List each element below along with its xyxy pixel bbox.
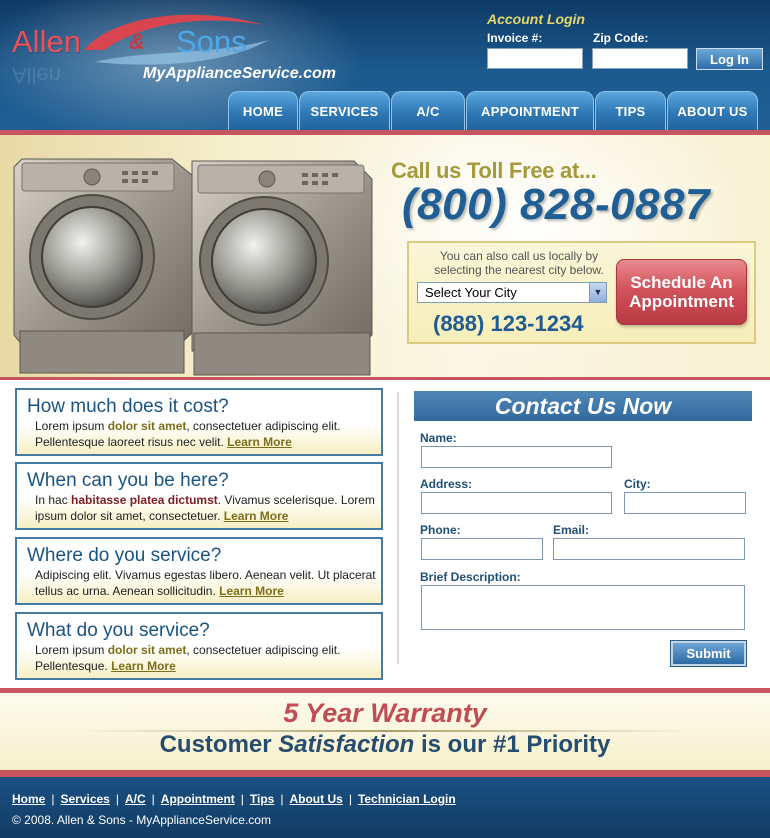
faq-card-what: What do you service? Lorem ipsum dolor s…	[15, 612, 383, 680]
local-phone-number[interactable]: (888) 123-1234	[433, 311, 583, 337]
logo-word-sons: Sons	[176, 24, 247, 59]
local-call-text: You can also call us locally by selectin…	[434, 249, 604, 277]
column-divider	[397, 392, 399, 664]
chevron-down-icon[interactable]: ▼	[589, 283, 606, 302]
faq-question: How much does it cost?	[27, 396, 229, 417]
city-select[interactable]: Select Your City ▼	[417, 282, 607, 303]
nav-tips[interactable]: TIPS	[595, 91, 666, 130]
faq-question: When can you be here?	[27, 470, 229, 491]
nav-home[interactable]: HOME	[228, 91, 298, 130]
footer-top-divider	[0, 770, 770, 777]
faq-question: What do you service?	[27, 620, 210, 641]
city-field[interactable]	[624, 492, 746, 514]
warranty-tagline: Customer Satisfaction is our #1 Priority	[159, 731, 611, 758]
phone-label: Phone:	[420, 523, 461, 537]
submit-button[interactable]: Submit	[670, 640, 747, 667]
faq-answer: Adipiscing elit. Vivamus egestas libero.…	[35, 568, 376, 598]
faq-card-cost: How much does it cost? Lorem ipsum dolor…	[15, 388, 383, 456]
contact-us-title: Contact Us Now	[414, 391, 752, 421]
footer-link-home[interactable]: Home	[12, 792, 45, 806]
logo-ampersand: &	[129, 29, 145, 54]
phone-field[interactable]	[421, 538, 543, 560]
footer-link-ac[interactable]: A/C	[125, 792, 146, 806]
logo-word-allen: Allen	[12, 24, 81, 59]
name-label: Name:	[420, 431, 457, 445]
learn-more-link[interactable]: Learn More	[227, 435, 292, 449]
footer-link-technician-login[interactable]: Technician Login	[358, 792, 456, 806]
nav-ac[interactable]: A/C	[391, 91, 465, 130]
washer-dryer-image	[13, 158, 373, 376]
faq-answer: Lorem ipsum dolor sit amet, consectetuer…	[35, 419, 341, 449]
account-login-title: Account Login	[487, 11, 585, 27]
faq-answer: Lorem ipsum dolor sit amet, consectetuer…	[35, 643, 341, 673]
warranty-title: 5 Year Warranty	[283, 698, 487, 728]
local-call-box: You can also call us locally by selectin…	[407, 241, 756, 344]
logo[interactable]: Allen & Sons Allen MyApplianceService.co…	[12, 10, 352, 90]
learn-more-link[interactable]: Learn More	[111, 659, 176, 673]
site-footer: Home | Services | A/C | Appointment | Tips | About…	[0, 777, 770, 838]
footer-nav: Home | Services | A/C | Appointment | Tips | About…	[12, 792, 456, 806]
nav-about-us[interactable]: ABOUT US	[667, 91, 758, 130]
footer-link-appointment[interactable]: Appointment	[161, 792, 235, 806]
city-select-value: Select Your City	[425, 285, 517, 300]
description-textarea[interactable]	[421, 585, 745, 630]
logo-reflection: Allen	[12, 63, 61, 88]
faq-card-when: When can you be here? In hac habitasse p…	[15, 462, 383, 530]
footer-link-about-us[interactable]: About Us	[289, 792, 342, 806]
address-label: Address:	[420, 477, 473, 491]
toll-free-number[interactable]: (800) 828-0887	[402, 180, 710, 230]
footer-link-tips[interactable]: Tips	[250, 792, 274, 806]
footer-link-services[interactable]: Services	[60, 792, 109, 806]
log-in-button[interactable]: Log In	[696, 48, 763, 70]
address-field[interactable]	[421, 492, 612, 514]
city-label: City:	[624, 477, 651, 491]
faq-card-where: Where do you service? Adipiscing elit. V…	[15, 537, 383, 605]
description-label: Brief Description:	[420, 570, 521, 584]
warranty-banner: 5 Year Warranty Customer Satisfaction is…	[0, 693, 770, 770]
logo-domain: MyApplianceService.com	[143, 65, 336, 82]
name-field[interactable]	[421, 446, 612, 468]
faq-answer: In hac habitasse platea dictumst. Vivamu…	[35, 493, 375, 523]
learn-more-link[interactable]: Learn More	[224, 509, 289, 523]
learn-more-link[interactable]: Learn More	[219, 584, 284, 598]
faq-question: Where do you service?	[27, 545, 222, 566]
invoice-input[interactable]	[487, 48, 583, 69]
zip-code-input[interactable]	[592, 48, 688, 69]
email-label: Email:	[553, 523, 590, 537]
invoice-label: Invoice #:	[487, 31, 543, 45]
email-field[interactable]	[553, 538, 745, 560]
nav-services[interactable]: SERVICES	[299, 91, 390, 130]
schedule-appointment-button[interactable]: Schedule An Appointment	[616, 259, 747, 325]
hero-banner: Call us Toll Free at... (800) 828-0887 Y…	[0, 135, 770, 377]
copyright: © 2008. Allen & Sons - MyApplianceServic…	[12, 813, 271, 827]
zip-label: Zip Code:	[593, 31, 649, 45]
nav-appointment[interactable]: APPOINTMENT	[466, 91, 594, 130]
hero-divider	[0, 377, 770, 380]
site-header: Allen & Sons Allen MyApplianceService.co…	[0, 0, 770, 130]
